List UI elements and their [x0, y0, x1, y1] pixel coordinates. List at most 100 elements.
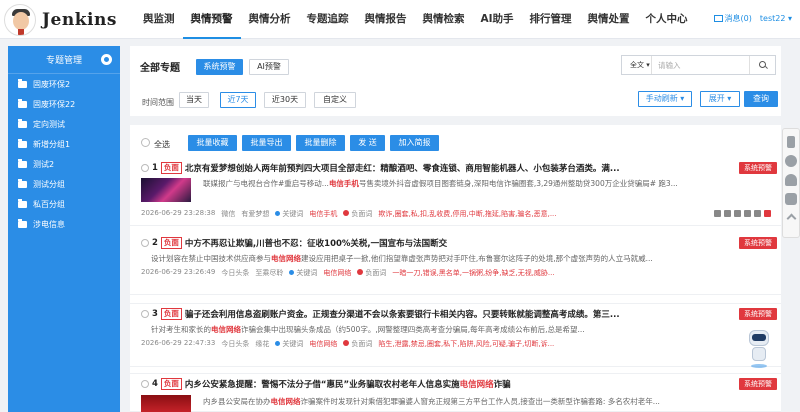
tab-ai-warning[interactable]: AI预警	[249, 59, 289, 75]
negative-icon	[343, 340, 350, 346]
nav-item-handling[interactable]: 舆情处置	[580, 0, 638, 39]
list-item[interactable]: 1 负面 北京有爱梦想创始人两年前预判四大项目全部走红：精酿酒吧、零食连锁、商用…	[130, 158, 781, 226]
select-all-radio[interactable]	[141, 138, 150, 147]
item-title[interactable]: 北京有爱梦想创始人两年前预判四大项目全部走红：精酿酒吧、零食连锁、商用智能机器人…	[185, 162, 620, 174]
link-icon[interactable]	[734, 210, 741, 217]
item-radio[interactable]	[141, 164, 149, 172]
nav-item-profile[interactable]: 个人中心	[638, 0, 696, 39]
sidebar-title: 专题管理	[45, 56, 82, 66]
item-author: 缘花	[255, 340, 270, 348]
manual-refresh-dropdown[interactable]: 手动刷新 ▾	[638, 91, 692, 107]
folder-icon	[18, 178, 27, 188]
delete-icon[interactable]	[754, 210, 761, 217]
nav-item-ai[interactable]: AI助手	[473, 0, 522, 39]
android-icon[interactable]	[785, 193, 797, 205]
batch-delete-button[interactable]: 批量删除	[296, 135, 345, 151]
sidebar-item[interactable]: 定向测试	[8, 114, 120, 134]
mobile-icon[interactable]	[787, 136, 795, 148]
expand-dropdown[interactable]: 展开 ▾	[700, 91, 740, 107]
summary-highlight: 电信网络	[211, 325, 241, 334]
item-title[interactable]: 内乡公安紧急提醒：警惕不法分子借“惠民”业务骗取农村老年人信息实施电信网络诈骗	[185, 378, 511, 390]
sidebar-item[interactable]: 测试分组	[8, 174, 120, 194]
nav-item-tracking[interactable]: 专题追踪	[299, 0, 357, 39]
time-7days-button[interactable]: 近7天	[220, 92, 256, 108]
item-summary: 联媒报广与电视台合作#重启号移动...电信手机号售卖境外抖音虚假项目图套链身,深…	[203, 178, 733, 189]
time-today-button[interactable]: 当天	[179, 92, 209, 108]
info-icon[interactable]	[785, 155, 797, 167]
sidebar-item[interactable]: 新增分组1	[8, 134, 120, 154]
batch-export-button[interactable]: 批量导出	[242, 135, 291, 151]
messages-label: 消息(0)	[724, 14, 752, 23]
sidebar-item-label: 测试2	[33, 159, 55, 169]
username-dropdown[interactable]: test22 ▾	[760, 14, 792, 23]
nav-item-warning[interactable]: 舆情预警	[182, 0, 241, 39]
search-box: 全文 ▾ 请输入	[621, 55, 776, 75]
item-title[interactable]: 中方不再忍让欺骗,川普也不忍：征收100%关税,一国宣布与法国断交	[185, 237, 447, 249]
sidebar-item[interactable]: 私百分组	[8, 194, 120, 214]
item-date: 2026-06-29 23:28:38	[141, 209, 216, 217]
sidebar-item[interactable]: 固废环保22	[8, 94, 120, 114]
chevron-up-icon[interactable]	[786, 213, 796, 224]
list-item[interactable]: 2 负面 中方不再忍让欺骗,川普也不忍：征收100%关税,一国宣布与法国断交 设…	[130, 233, 781, 295]
keyword-icon	[275, 211, 281, 216]
negative-icon	[357, 269, 364, 275]
negative-tag: 负面	[160, 162, 182, 174]
search-input[interactable]: 请输入	[652, 60, 749, 71]
nav-item-ranking[interactable]: 排行管理	[522, 0, 580, 39]
keyword-icon	[289, 270, 295, 275]
summary-highlight: 电信网络	[270, 397, 301, 406]
batch-favorite-button[interactable]: 批量收藏	[188, 135, 237, 151]
negative-words: 欺诈,圈套,私,扣,乱收费,停用,中断,拖延,陷害,骗名,恶意,...	[378, 210, 557, 218]
gear-icon[interactable]	[101, 54, 112, 65]
item-source: 微信	[221, 210, 236, 218]
nav-item-analysis[interactable]: 舆情分析	[241, 0, 299, 39]
share-icon[interactable]	[744, 210, 751, 217]
sidebar-item[interactable]: 固废环保2	[8, 74, 120, 94]
time-30days-button[interactable]: 近30天	[264, 92, 306, 108]
time-custom-button[interactable]: 自定义	[314, 92, 356, 108]
nav-item-monitor[interactable]: 舆监测	[135, 0, 183, 39]
item-index: 2	[152, 238, 158, 248]
item-radio[interactable]	[141, 380, 149, 388]
negative-icon	[343, 210, 350, 216]
item-meta: 2026-06-29 23:28:38 微信 有爱梦想 关键词 电信手机 负面词…	[141, 209, 557, 219]
negative-tag: 负面	[160, 308, 182, 320]
item-meta: 2026-06-29 22:47:33 今日头条 缘花 关键词 电信网络 负面词…	[141, 339, 554, 349]
item-meta: 2026-06-29 23:26:49 今日头条 至乘尽聆 关键词 电信网络 负…	[141, 268, 555, 278]
folder-icon	[18, 138, 27, 148]
query-button[interactable]: 查询	[744, 91, 778, 107]
expand-label: 展开	[708, 94, 725, 103]
item-thumbnail[interactable]	[141, 395, 191, 412]
folder-icon	[18, 118, 27, 128]
item-author: 至乘尽聆	[255, 269, 284, 277]
title-text: 内乡公安紧急提醒：警惕不法分子借“惠民”业务骗取农村老年人信息实施	[184, 380, 460, 390]
negative-words: 一暗一刀,错误,黑名单,一锅粥,纷争,缺乏,无视,威胁...	[392, 269, 555, 277]
messages-link[interactable]: 消息(0)	[713, 13, 752, 24]
nav-item-report[interactable]: 舆情报告	[357, 0, 415, 39]
list-item[interactable]: 4 负面 内乡公安紧急提醒：警惕不法分子借“惠民”业务骗取农村老年人信息实施电信…	[130, 373, 781, 412]
item-title[interactable]: 骗子还会利用信息盗刷账户资金。正规查分渠道不会以条索要银行卡相关内容。只要转账就…	[185, 308, 620, 320]
sidebar-item[interactable]: 测试2	[8, 154, 120, 174]
sidebar-item-label: 固废环保22	[33, 99, 76, 109]
headset-icon[interactable]	[785, 174, 797, 186]
list-item[interactable]: 3 负面 骗子还会利用信息盗刷账户资金。正规查分渠道不会以条索要银行卡相关内容。…	[130, 303, 781, 367]
summary-text: 诈骗会集中出现骗头条成品（约500字。,网警整理四类高考查分骗局,每年高考成绩公…	[241, 325, 585, 334]
favorite-icon[interactable]	[714, 210, 721, 217]
tab-system-warning[interactable]: 系统预警	[196, 59, 243, 75]
add-to-brief-button[interactable]: 加入简报	[390, 135, 439, 151]
main-nav: 舆监测 舆情预警 舆情分析 专题追踪 舆情报告 舆情检索 AI助手 排行管理 舆…	[135, 0, 696, 39]
sidebar-item[interactable]: 涉电信息	[8, 214, 120, 234]
search-scope-select[interactable]: 全文 ▾	[622, 56, 652, 74]
nav-item-search[interactable]: 舆情检索	[415, 0, 473, 39]
item-radio[interactable]	[141, 239, 149, 247]
item-thumbnail[interactable]	[141, 178, 191, 202]
send-button[interactable]: 发 送	[350, 135, 385, 151]
summary-text: 联媒报广与电视台合作#重启号移动...	[203, 179, 329, 188]
copy-icon[interactable]	[724, 210, 731, 217]
search-icon[interactable]	[749, 56, 775, 74]
app-logo[interactable]: Jenkins	[0, 0, 130, 39]
item-radio[interactable]	[141, 310, 149, 318]
sidebar-item-label: 新增分组1	[33, 139, 71, 149]
alert-icon[interactable]	[764, 210, 771, 217]
ai-assistant-robot-icon[interactable]	[745, 330, 773, 370]
